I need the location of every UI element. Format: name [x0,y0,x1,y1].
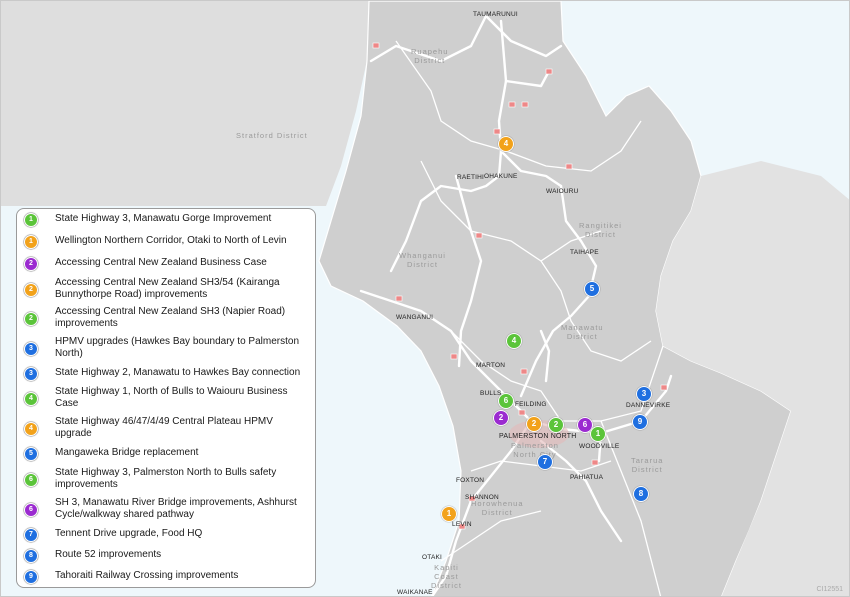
district-label-whanganui: Whanganui District [399,251,446,269]
legend-badge: 2 [25,258,37,270]
legend-item: 1 Wellington Northern Corridor, Otaki to… [25,235,309,248]
place-label-palmerston-north: PALMERSTON NORTH [499,433,577,440]
legend-panel: 1 State Highway 3, Manawatu Gorge Improv… [16,208,316,588]
legend-label: State Highway 3, Manawatu Gorge Improvem… [55,213,272,224]
place-label-waiouru: WAIOURU [546,188,579,195]
place-label-taumarunui: TAUMARUNUI [473,11,518,18]
legend-badge: 3 [25,343,37,355]
place-label-shannon: SHANNON [465,494,499,501]
legend-label: State Highway 3, Palmerston North to Bul… [55,467,277,490]
marker-green-2[interactable]: 2 [548,417,564,433]
district-label-kapiti-coast: Kapiti Coast District [431,563,462,590]
legend-item: 3 HPMV upgrades (Hawkes Bay boundary to … [25,336,309,360]
legend-item: 2 Accessing Central New Zealand Business… [25,257,309,270]
place-label-taihape: TAIHAPE [570,249,599,256]
legend-badge: 1 [25,214,37,226]
marker-blue-5[interactable]: 5 [584,281,600,297]
legend-label: State Highway 2, Manawatu to Hawkes Bay … [55,367,301,378]
legend-item: 9 Tahoraiti Railway Crossing improvement… [25,570,309,583]
marker-green-4[interactable]: 4 [506,333,522,349]
marker-orange-1[interactable]: 1 [441,506,457,522]
legend-item: 2 Accessing Central New Zealand SH3/54 (… [25,277,309,301]
legend-label: Tennent Drive upgrade, Food HQ [55,528,203,539]
legend-badge: 3 [25,368,37,380]
legend-label: SH 3, Manawatu River Bridge improvements… [55,497,297,520]
legend-badge: 7 [25,529,37,541]
place-label-dannevirke: DANNEVIRKE [626,402,671,409]
marker-green-1[interactable]: 1 [590,426,606,442]
place-label-otaki: OTAKI [422,554,443,561]
marker-orange-4[interactable]: 4 [498,136,514,152]
legend-badge: 5 [25,448,37,460]
legend-badge: 6 [25,474,37,486]
marker-purple-2[interactable]: 2 [493,410,509,426]
legend-label: HPMV upgrades (Hawkes Bay boundary to Pa… [55,336,300,359]
legend-label: Tahoraiti Railway Crossing improvements [55,570,239,581]
map-reference-code: CI12551 [816,586,843,593]
legend-item: 7 Tennent Drive upgrade, Food HQ [25,528,309,541]
marker-green-6[interactable]: 6 [498,393,514,409]
place-label-ohakune: OHAKUNE [484,173,518,180]
district-label-stratford: Stratford District [236,131,308,140]
district-label-manawatu: Manawatu District [561,323,604,341]
land-northwest [1,1,373,206]
legend-badge: 2 [25,313,37,325]
legend-badge: 4 [25,423,37,435]
marker-blue-7[interactable]: 7 [537,454,553,470]
legend-label: Accessing Central New Zealand Business C… [55,257,267,268]
marker-blue-9[interactable]: 9 [632,414,648,430]
legend-label: Route 52 improvements [55,549,162,560]
legend-item: 1 State Highway 3, Manawatu Gorge Improv… [25,213,309,226]
legend-badge: 4 [25,393,37,405]
legend-badge: 6 [25,504,37,516]
place-label-foxton: FOXTON [456,477,485,484]
legend-label: Accessing Central New Zealand SH3/54 (Ka… [55,277,280,300]
legend-badge: 2 [25,284,37,296]
legend-label: Accessing Central New Zealand SH3 (Napie… [55,306,286,329]
legend-item: 5 Mangaweka Bridge replacement [25,447,309,460]
place-label-levin: LEVIN [452,521,472,528]
place-label-wanganui: WANGANUI [396,314,434,321]
legend-badge: 8 [25,550,37,562]
legend-item: 8 Route 52 improvements [25,549,309,562]
map-canvas[interactable]: Ruapehu District Stratford District Rangi… [0,0,850,597]
place-label-woodville: WOODVILLE [579,443,620,450]
marker-blue-8[interactable]: 8 [633,486,649,502]
legend-item: 6 State Highway 3, Palmerston North to B… [25,467,309,491]
district-label-palmerston-north-city: Palmerston North City [511,441,559,459]
legend-label: Wellington Northern Corridor, Otaki to N… [55,235,287,246]
legend-badge: 9 [25,571,37,583]
district-label-ruapehu: Ruapehu District [411,47,449,65]
place-label-marton: MARTON [476,362,506,369]
district-label-horowhenua: Horowhenua District [471,499,524,517]
district-label-rangitikei: Rangitikei District [579,221,622,239]
legend-item: 3 State Highway 2, Manawatu to Hawkes Ba… [25,367,309,380]
legend-item: 6 SH 3, Manawatu River Bridge improvemen… [25,497,309,521]
marker-orange-2[interactable]: 2 [526,416,542,432]
district-label-tararua: Tararua District [631,456,664,474]
place-label-pahiatua: PAHIATUA [570,474,604,481]
legend-label: State Highway 1, North of Bulls to Waiou… [55,386,288,409]
marker-blue-3[interactable]: 3 [636,386,652,402]
legend-item: 2 Accessing Central New Zealand SH3 (Nap… [25,306,309,330]
place-label-feilding: FEILDING [515,401,547,408]
legend-badge: 1 [25,236,37,248]
legend-item: 4 State Highway 1, North of Bulls to Wai… [25,386,309,410]
legend-item: 4 State Highway 46/47/4/49 Central Plate… [25,416,309,440]
legend-label: Mangaweka Bridge replacement [55,447,199,458]
place-label-waikanae: WAIKANAE [397,589,433,596]
place-label-raetihi: RAETIHI [457,174,485,181]
legend-label: State Highway 46/47/4/49 Central Plateau… [55,416,273,439]
